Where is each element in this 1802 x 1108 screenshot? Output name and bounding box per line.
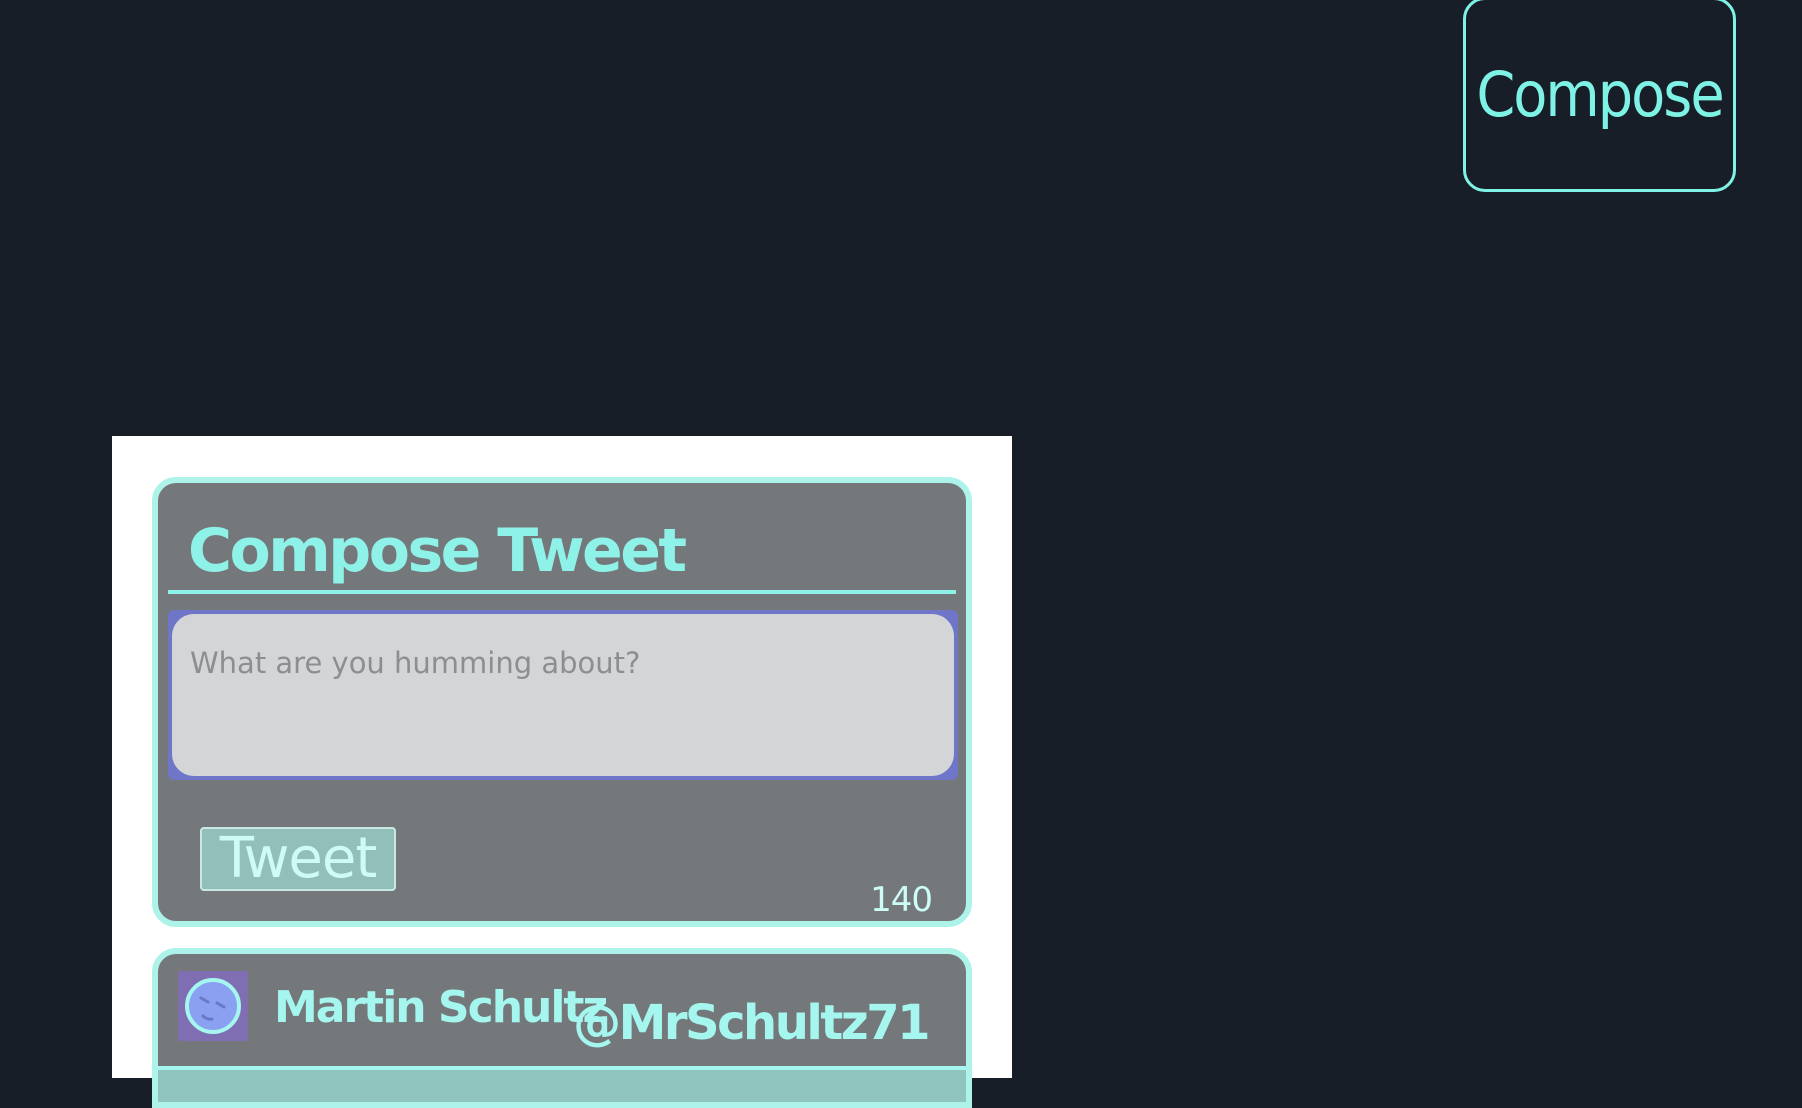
tweet-card: Martin Schultz @MrSchultz71 — [152, 948, 972, 1108]
tweet-input-container — [168, 610, 958, 780]
avatar — [178, 971, 248, 1041]
tweet-author-handle[interactable]: @MrSchultz71 — [573, 999, 930, 1047]
tweet-submit-button[interactable]: Tweet — [200, 827, 396, 891]
title-divider — [168, 590, 956, 594]
compose-title: Compose Tweet — [188, 516, 687, 586]
tweet-text-input[interactable] — [172, 614, 954, 776]
tweet-body — [158, 1070, 966, 1102]
tweet-author-name[interactable]: Martin Schultz — [274, 986, 608, 1030]
nav-compose-button[interactable]: Compose — [1463, 0, 1736, 192]
compose-tweet-card: Compose Tweet Tweet 140 — [152, 477, 972, 927]
face-avatar-icon — [185, 978, 241, 1034]
character-count: 140 — [870, 880, 933, 920]
